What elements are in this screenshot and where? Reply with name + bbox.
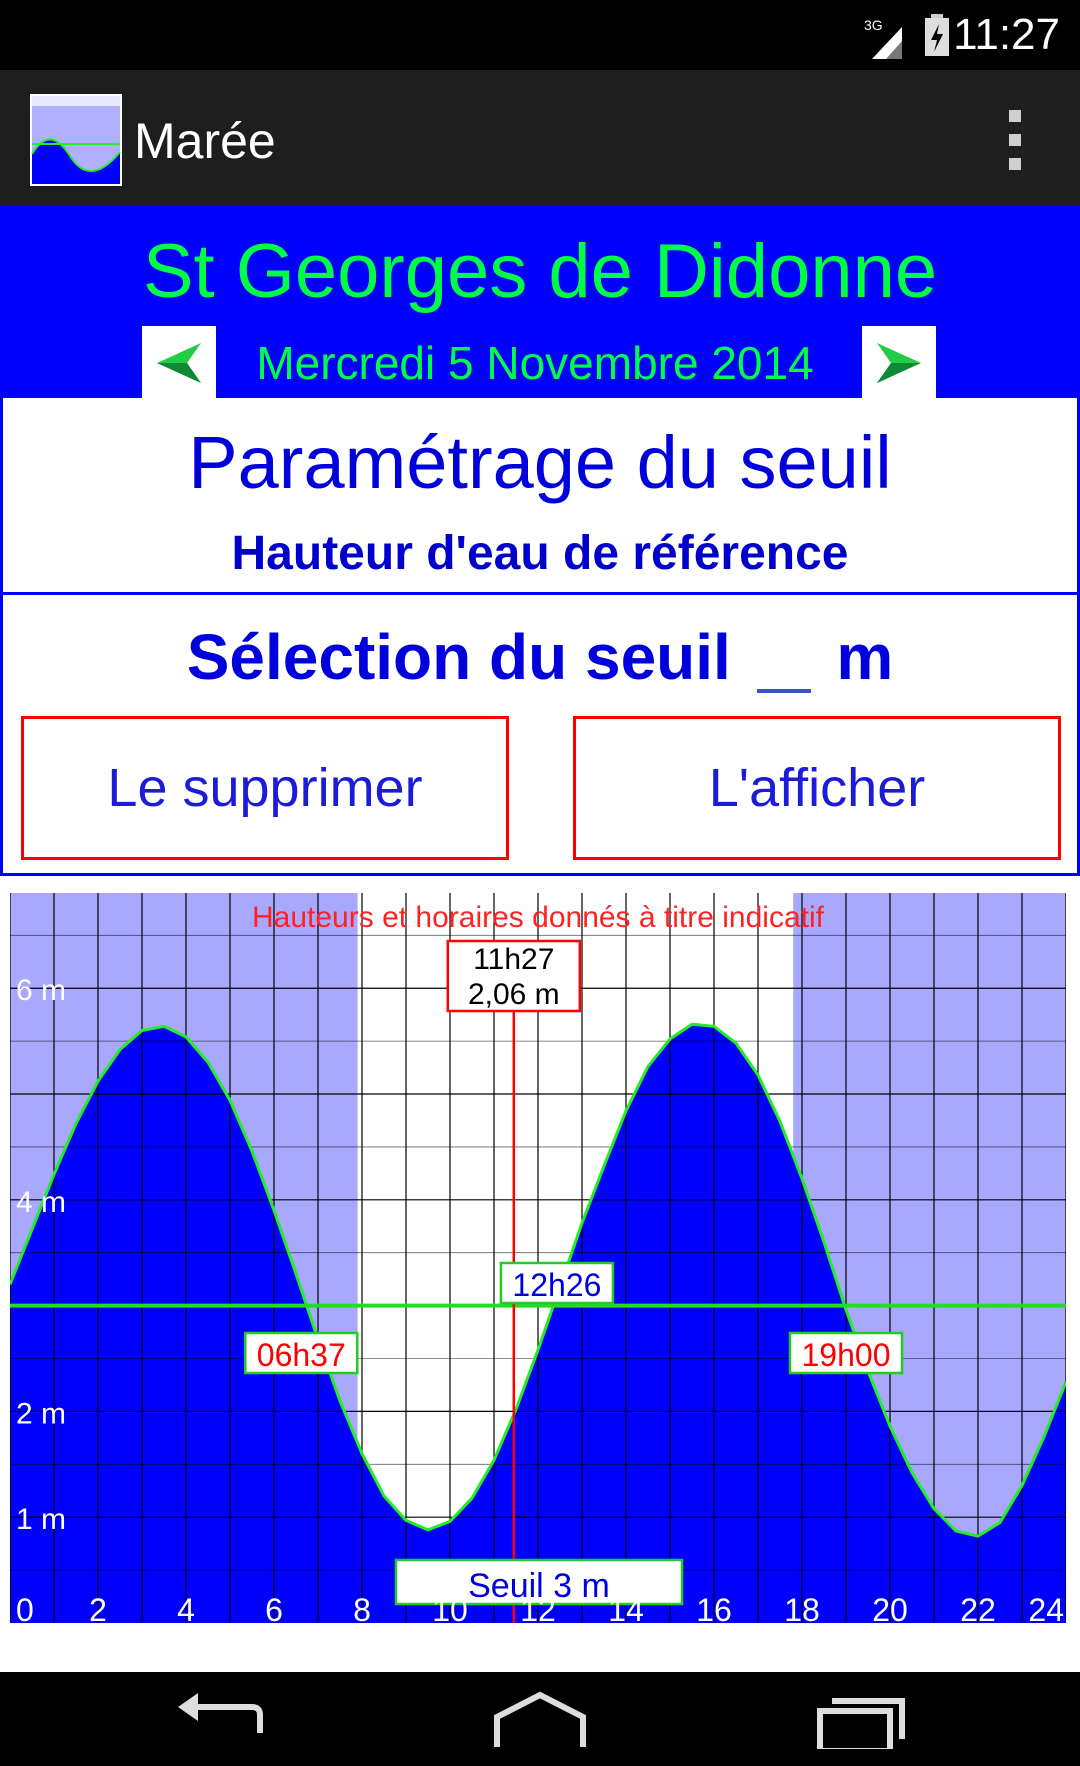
x-tick-label-3: 6 xyxy=(265,1592,283,1628)
status-icons: 3G xyxy=(864,14,950,61)
tide-chart-svg: Hauteurs et horaires donnés à titre indi… xyxy=(10,893,1066,1645)
y-tick-label-0: 1 m xyxy=(16,1503,66,1536)
app-title: Marée xyxy=(134,113,276,169)
location-header: St Georges de Didonne Mercredi 5 Novembr… xyxy=(0,206,1080,400)
x-tick-label-0: 0 xyxy=(16,1592,34,1628)
panel-divider xyxy=(3,592,1077,595)
x-tick-label-11: 22 xyxy=(960,1592,996,1628)
status-bar: 3G 11:27 xyxy=(0,0,1080,70)
x-tick-label-10: 20 xyxy=(872,1592,908,1628)
crossing-label-0-text-0: 06h37 xyxy=(257,1337,346,1373)
y-tick-label-2: 4 m xyxy=(16,1186,66,1219)
x-tick-label-6: 12 xyxy=(520,1592,556,1628)
y-tick-label-1: 2 m xyxy=(16,1397,66,1430)
x-tick-label-4: 8 xyxy=(353,1592,371,1628)
threshold-settings-panel: Paramétrage du seuil Hauteur d'eau de ré… xyxy=(0,398,1080,876)
panel-title: Paramétrage du seuil xyxy=(188,421,892,504)
panel-subtitle: Hauteur d'eau de référence xyxy=(231,527,849,580)
recents-icon[interactable] xyxy=(790,1672,930,1766)
x-tick-label-12: 24 xyxy=(1028,1592,1064,1628)
threshold-unit-label: m xyxy=(836,621,894,693)
app-tide-icon[interactable] xyxy=(30,94,122,186)
x-tick-label-9: 18 xyxy=(784,1592,820,1628)
status-clock: 11:27 xyxy=(953,10,1060,59)
tide-chart[interactable]: Hauteurs et horaires donnés à titre indi… xyxy=(10,893,1066,1645)
signal-icon: 3G xyxy=(864,17,906,61)
action-bar: Marée xyxy=(0,70,1080,206)
x-tick-label-2: 4 xyxy=(177,1592,195,1628)
battery-icon xyxy=(924,14,950,61)
next-day-button[interactable] xyxy=(862,326,936,400)
show-threshold-button[interactable]: L'afficher xyxy=(573,716,1061,860)
arrow-right-icon xyxy=(877,343,921,383)
current-time-label-text-0: 11h27 xyxy=(473,943,554,976)
current-date: Mercredi 5 Novembre 2014 xyxy=(256,337,814,389)
previous-day-button[interactable] xyxy=(142,326,216,400)
crossing-label-1-text-0: 12h26 xyxy=(512,1267,601,1303)
home-icon[interactable] xyxy=(470,1672,610,1766)
x-tick-label-5: 10 xyxy=(432,1592,468,1628)
arrow-left-icon xyxy=(157,343,201,383)
crossing-label-2-text-0: 19h00 xyxy=(802,1337,891,1373)
location-name: St Georges de Didonne xyxy=(142,229,938,314)
delete-threshold-button[interactable]: Le supprimer xyxy=(21,716,509,860)
overflow-menu-icon[interactable] xyxy=(1000,110,1030,170)
threshold-selection-label: Sélection du seuil xyxy=(186,621,731,693)
back-icon[interactable] xyxy=(150,1672,290,1766)
date-navigator: Mercredi 5 Novembre 2014 xyxy=(0,324,1080,400)
network-type-label: 3G xyxy=(864,17,883,33)
x-tick-label-8: 16 xyxy=(696,1592,732,1628)
current-time-label-text-1: 2,06 m xyxy=(468,978,560,1011)
x-tick-label-7: 14 xyxy=(608,1592,644,1628)
threshold-input[interactable] xyxy=(756,637,811,693)
threshold-selection-row: Sélection du seuil m xyxy=(3,620,1077,694)
system-nav-bar xyxy=(0,1672,1080,1766)
x-tick-label-1: 2 xyxy=(89,1592,107,1628)
chart-title: Hauteurs et horaires donnés à titre indi… xyxy=(252,901,825,934)
y-tick-label-3: 6 m xyxy=(16,974,66,1007)
